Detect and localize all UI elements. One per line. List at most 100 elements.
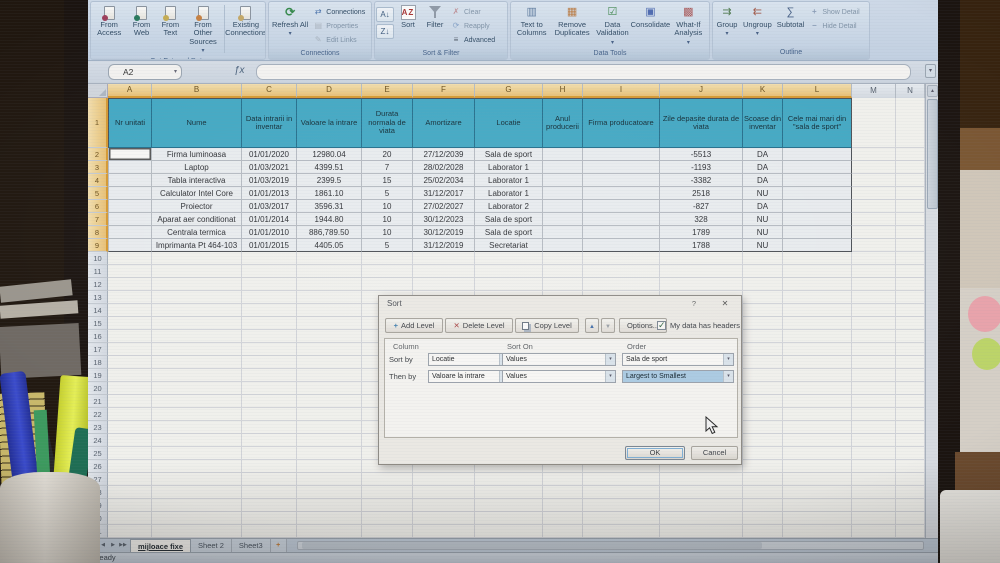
cell[interactable] bbox=[297, 369, 362, 382]
cell[interactable] bbox=[108, 499, 152, 512]
cell[interactable] bbox=[743, 408, 783, 421]
cell[interactable] bbox=[152, 512, 242, 525]
cell[interactable] bbox=[362, 252, 413, 265]
cell[interactable]: Aparat aer conditionat bbox=[152, 213, 242, 226]
cell[interactable] bbox=[660, 499, 743, 512]
insert-function-button[interactable]: ƒx bbox=[234, 65, 245, 76]
cell[interactable] bbox=[583, 187, 660, 200]
row-header-19[interactable]: 19 bbox=[88, 369, 108, 382]
cell[interactable] bbox=[852, 161, 896, 174]
cell[interactable]: Laborator 2 bbox=[475, 200, 543, 213]
cell[interactable]: 10 bbox=[362, 200, 413, 213]
cell[interactable]: Calculator Intel Core bbox=[152, 187, 242, 200]
cell[interactable]: 01/03/2021 bbox=[242, 161, 297, 174]
cell[interactable] bbox=[583, 148, 660, 161]
cell[interactable] bbox=[152, 486, 242, 499]
row-header-10[interactable]: 10 bbox=[88, 252, 108, 265]
cell[interactable] bbox=[743, 304, 783, 317]
table-header-cell[interactable]: Scoase din inventar bbox=[743, 98, 783, 148]
cell[interactable] bbox=[108, 460, 152, 473]
cell[interactable] bbox=[152, 317, 242, 330]
cell[interactable] bbox=[362, 512, 413, 525]
consolidate-button[interactable]: ▣ Consolidate bbox=[631, 3, 671, 30]
row-header-17[interactable]: 17 bbox=[88, 343, 108, 356]
cell[interactable] bbox=[152, 265, 242, 278]
cell[interactable] bbox=[583, 174, 660, 187]
cell[interactable] bbox=[152, 434, 242, 447]
cell[interactable]: 01/01/2013 bbox=[242, 187, 297, 200]
cell[interactable] bbox=[152, 473, 242, 486]
cell[interactable]: 28/02/2028 bbox=[413, 161, 475, 174]
column-header-N[interactable]: N bbox=[896, 84, 925, 98]
cell[interactable] bbox=[660, 525, 743, 538]
cell[interactable] bbox=[152, 499, 242, 512]
cell[interactable] bbox=[108, 395, 152, 408]
row-header-5[interactable]: 5 bbox=[88, 187, 108, 200]
cell[interactable] bbox=[152, 369, 242, 382]
cell[interactable] bbox=[475, 252, 543, 265]
cell[interactable] bbox=[783, 460, 852, 473]
cell[interactable] bbox=[583, 486, 660, 499]
cell[interactable] bbox=[783, 525, 852, 538]
cell[interactable] bbox=[852, 343, 896, 356]
table-header-cell[interactable]: Locatie bbox=[475, 98, 543, 148]
cell[interactable] bbox=[896, 421, 925, 434]
cell[interactable] bbox=[242, 291, 297, 304]
cell[interactable] bbox=[242, 421, 297, 434]
cell[interactable] bbox=[108, 434, 152, 447]
cell[interactable] bbox=[152, 460, 242, 473]
cell[interactable] bbox=[896, 291, 925, 304]
cell[interactable] bbox=[242, 408, 297, 421]
add-level-button[interactable]: Add Level bbox=[385, 318, 443, 333]
cell[interactable]: Centrala termica bbox=[152, 226, 242, 239]
cell[interactable] bbox=[896, 148, 925, 161]
cell[interactable] bbox=[783, 200, 852, 213]
cell[interactable] bbox=[783, 148, 852, 161]
hide-detail-button[interactable]: − Hide Detail bbox=[807, 19, 861, 33]
cell[interactable]: -5513 bbox=[660, 148, 743, 161]
sort-button[interactable]: AZ Sort bbox=[395, 3, 421, 30]
row-header-4[interactable]: 4 bbox=[88, 174, 108, 187]
table-header-cell[interactable]: Valoare la intrare bbox=[297, 98, 362, 148]
cell[interactable] bbox=[896, 200, 925, 213]
cell[interactable] bbox=[783, 408, 852, 421]
cell[interactable] bbox=[543, 486, 583, 499]
cell[interactable] bbox=[896, 395, 925, 408]
cell[interactable] bbox=[108, 421, 152, 434]
cell[interactable]: -1193 bbox=[660, 161, 743, 174]
cell[interactable] bbox=[743, 512, 783, 525]
cell[interactable]: 01/01/2010 bbox=[242, 226, 297, 239]
from-text-button[interactable]: From Text bbox=[157, 3, 184, 39]
cell[interactable]: Firma luminoasa bbox=[152, 148, 242, 161]
cell[interactable] bbox=[852, 395, 896, 408]
cell[interactable] bbox=[852, 200, 896, 213]
cell[interactable] bbox=[242, 499, 297, 512]
cell[interactable] bbox=[583, 473, 660, 486]
cell[interactable] bbox=[743, 291, 783, 304]
cell[interactable] bbox=[783, 174, 852, 187]
cell[interactable] bbox=[242, 356, 297, 369]
cell[interactable] bbox=[108, 213, 152, 226]
cell[interactable] bbox=[852, 356, 896, 369]
cell[interactable] bbox=[297, 525, 362, 538]
show-detail-button[interactable]: + Show Detail bbox=[807, 5, 861, 19]
cell[interactable] bbox=[896, 304, 925, 317]
cell[interactable]: Secretariat bbox=[475, 239, 543, 252]
cell[interactable] bbox=[852, 382, 896, 395]
cell[interactable] bbox=[475, 473, 543, 486]
column-header-K[interactable]: K bbox=[743, 84, 783, 98]
cell[interactable] bbox=[543, 499, 583, 512]
cell[interactable]: -827 bbox=[660, 200, 743, 213]
connections-button[interactable]: ⇄ Connections bbox=[311, 5, 367, 19]
cell[interactable]: 10 bbox=[362, 213, 413, 226]
cell[interactable] bbox=[783, 187, 852, 200]
cell[interactable] bbox=[108, 187, 152, 200]
cell[interactable] bbox=[783, 213, 852, 226]
vertical-scrollbar-thumb[interactable] bbox=[927, 99, 938, 209]
cell[interactable] bbox=[743, 421, 783, 434]
cell[interactable] bbox=[783, 447, 852, 460]
cell[interactable] bbox=[896, 473, 925, 486]
row-header-22[interactable]: 22 bbox=[88, 408, 108, 421]
cell[interactable] bbox=[583, 512, 660, 525]
cell[interactable] bbox=[896, 356, 925, 369]
